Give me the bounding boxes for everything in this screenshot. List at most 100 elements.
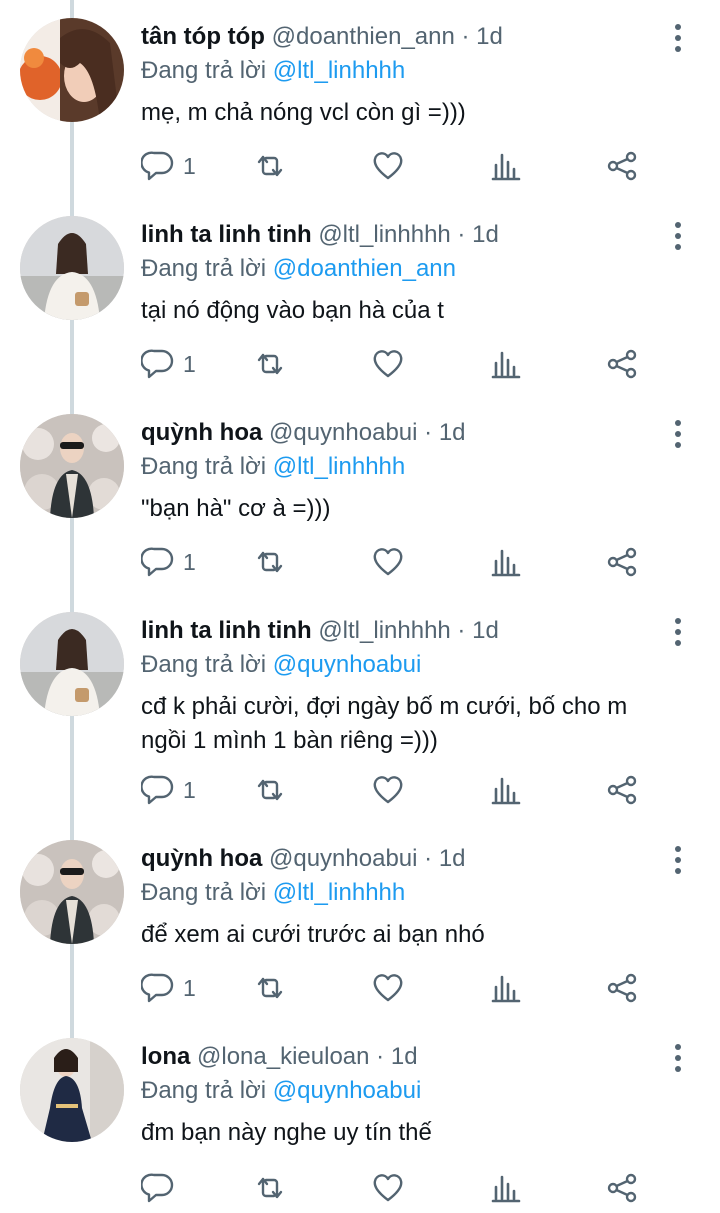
views-button[interactable]: [489, 770, 523, 810]
tweet-text: "bạn hà" cơ à =))): [141, 492, 681, 526]
like-button[interactable]: [371, 542, 405, 582]
share-button[interactable]: [605, 968, 639, 1008]
reply-count: 1: [183, 776, 196, 803]
retweet-button[interactable]: [253, 770, 287, 810]
timestamp[interactable]: 1d: [439, 845, 466, 872]
replying-to-label: Đang trả lời: [141, 255, 267, 282]
views-button[interactable]: [489, 542, 523, 582]
reply-bubble-icon: [141, 349, 174, 379]
retweet-button[interactable]: [253, 542, 287, 582]
retweet-icon: [257, 1177, 283, 1199]
views-bar-icon: [491, 549, 521, 577]
avatar[interactable]: [20, 612, 124, 716]
more-dots-icon[interactable]: [664, 1042, 692, 1074]
timestamp[interactable]: 1d: [439, 419, 466, 446]
like-button[interactable]: [371, 344, 405, 384]
retweet-icon: [257, 779, 283, 801]
reply-bubble-icon: [141, 1173, 174, 1203]
more-dots-icon[interactable]: [664, 418, 692, 450]
separator: ·: [454, 23, 477, 50]
timestamp[interactable]: 1d: [472, 617, 499, 644]
tweet-text: đm bạn này nghe uy tín thế: [141, 1116, 681, 1150]
like-button[interactable]: [371, 968, 405, 1008]
share-icon: [607, 1173, 637, 1203]
retweet-icon: [257, 551, 283, 573]
handle[interactable]: @doanthien_ann: [272, 23, 455, 50]
retweet-icon: [257, 353, 283, 375]
like-button[interactable]: [371, 770, 405, 810]
views-button[interactable]: [489, 968, 523, 1008]
tweet-text-line: ngồi 1 mình 1 bàn riêng =))): [141, 727, 438, 754]
reply-button[interactable]: 1: [141, 968, 196, 1008]
share-button[interactable]: [605, 344, 639, 384]
replying-to-label: Đang trả lời: [141, 57, 267, 84]
heart-icon: [373, 974, 403, 1002]
more-dots-icon[interactable]: [664, 220, 692, 252]
action-bar: 1: [141, 968, 701, 1008]
avatar[interactable]: [20, 414, 124, 518]
action-bar: 1: [141, 770, 701, 810]
display-name[interactable]: linh ta linh tinh: [141, 221, 312, 248]
retweet-icon: [257, 977, 283, 999]
reply-button[interactable]: 1: [141, 146, 196, 186]
avatar[interactable]: [20, 216, 124, 320]
views-button[interactable]: [489, 1168, 523, 1208]
reply-button[interactable]: [141, 1168, 183, 1208]
reply-count: 1: [183, 548, 196, 575]
tweet-header: tân tóp tóp @doanthien_ann · 1d: [141, 20, 503, 54]
views-button[interactable]: [489, 146, 523, 186]
retweet-button[interactable]: [253, 344, 287, 384]
retweet-button[interactable]: [253, 1168, 287, 1208]
reply-button[interactable]: 1: [141, 344, 196, 384]
more-dots-icon[interactable]: [664, 616, 692, 648]
avatar[interactable]: [20, 1038, 124, 1142]
handle[interactable]: @quynhoabui: [269, 845, 417, 872]
display-name[interactable]: quỳnh hoa: [141, 845, 262, 872]
handle[interactable]: @ltl_linhhhh: [318, 221, 450, 248]
timestamp[interactable]: 1d: [391, 1043, 418, 1070]
display-name[interactable]: tân tóp tóp: [141, 23, 265, 50]
tweet-text-line: mẹ, m chả nóng vcl còn gì =))): [141, 99, 466, 126]
separator: ·: [369, 1043, 391, 1070]
display-name[interactable]: quỳnh hoa: [141, 419, 262, 446]
timestamp[interactable]: 1d: [476, 23, 503, 50]
tweet-header: lona @lona_kieuloan · 1d: [141, 1040, 418, 1074]
display-name[interactable]: lona: [141, 1043, 190, 1070]
handle[interactable]: @ltl_linhhhh: [318, 617, 450, 644]
share-icon: [607, 547, 637, 577]
display-name[interactable]: linh ta linh tinh: [141, 617, 312, 644]
replying-to-mention[interactable]: @doanthien_ann: [273, 255, 456, 282]
tweet-header: quỳnh hoa @quynhoabui · 1d: [141, 416, 466, 450]
replying-to-mention[interactable]: @quynhoabui: [273, 1077, 421, 1104]
reply-button[interactable]: 1: [141, 542, 196, 582]
reply-bubble-icon: [141, 973, 174, 1003]
share-button[interactable]: [605, 770, 639, 810]
retweet-button[interactable]: [253, 146, 287, 186]
reply-button[interactable]: 1: [141, 770, 196, 810]
heart-icon: [373, 548, 403, 576]
heart-icon: [373, 350, 403, 378]
more-dots-icon[interactable]: [664, 22, 692, 54]
like-button[interactable]: [371, 146, 405, 186]
handle[interactable]: @quynhoabui: [269, 419, 417, 446]
tweet-header: linh ta linh tinh @ltl_linhhhh · 1d: [141, 218, 499, 252]
replying-to-mention[interactable]: @ltl_linhhhh: [273, 57, 405, 84]
share-button[interactable]: [605, 542, 639, 582]
retweet-button[interactable]: [253, 968, 287, 1008]
views-button[interactable]: [489, 344, 523, 384]
views-bar-icon: [491, 777, 521, 805]
handle[interactable]: @lona_kieuloan: [197, 1043, 370, 1070]
avatar[interactable]: [20, 18, 124, 122]
action-bar: [141, 1168, 701, 1208]
replying-to: Đang trả lời @quynhoabui: [141, 648, 421, 682]
share-button[interactable]: [605, 146, 639, 186]
avatar[interactable]: [20, 840, 124, 944]
replying-to-mention[interactable]: @ltl_linhhhh: [273, 453, 405, 480]
share-button[interactable]: [605, 1168, 639, 1208]
more-dots-icon[interactable]: [664, 844, 692, 876]
replying-to-mention[interactable]: @quynhoabui: [273, 651, 421, 678]
replying-to-mention[interactable]: @ltl_linhhhh: [273, 879, 405, 906]
timestamp[interactable]: 1d: [472, 221, 499, 248]
like-button[interactable]: [371, 1168, 405, 1208]
reply-bubble-icon: [141, 151, 174, 181]
